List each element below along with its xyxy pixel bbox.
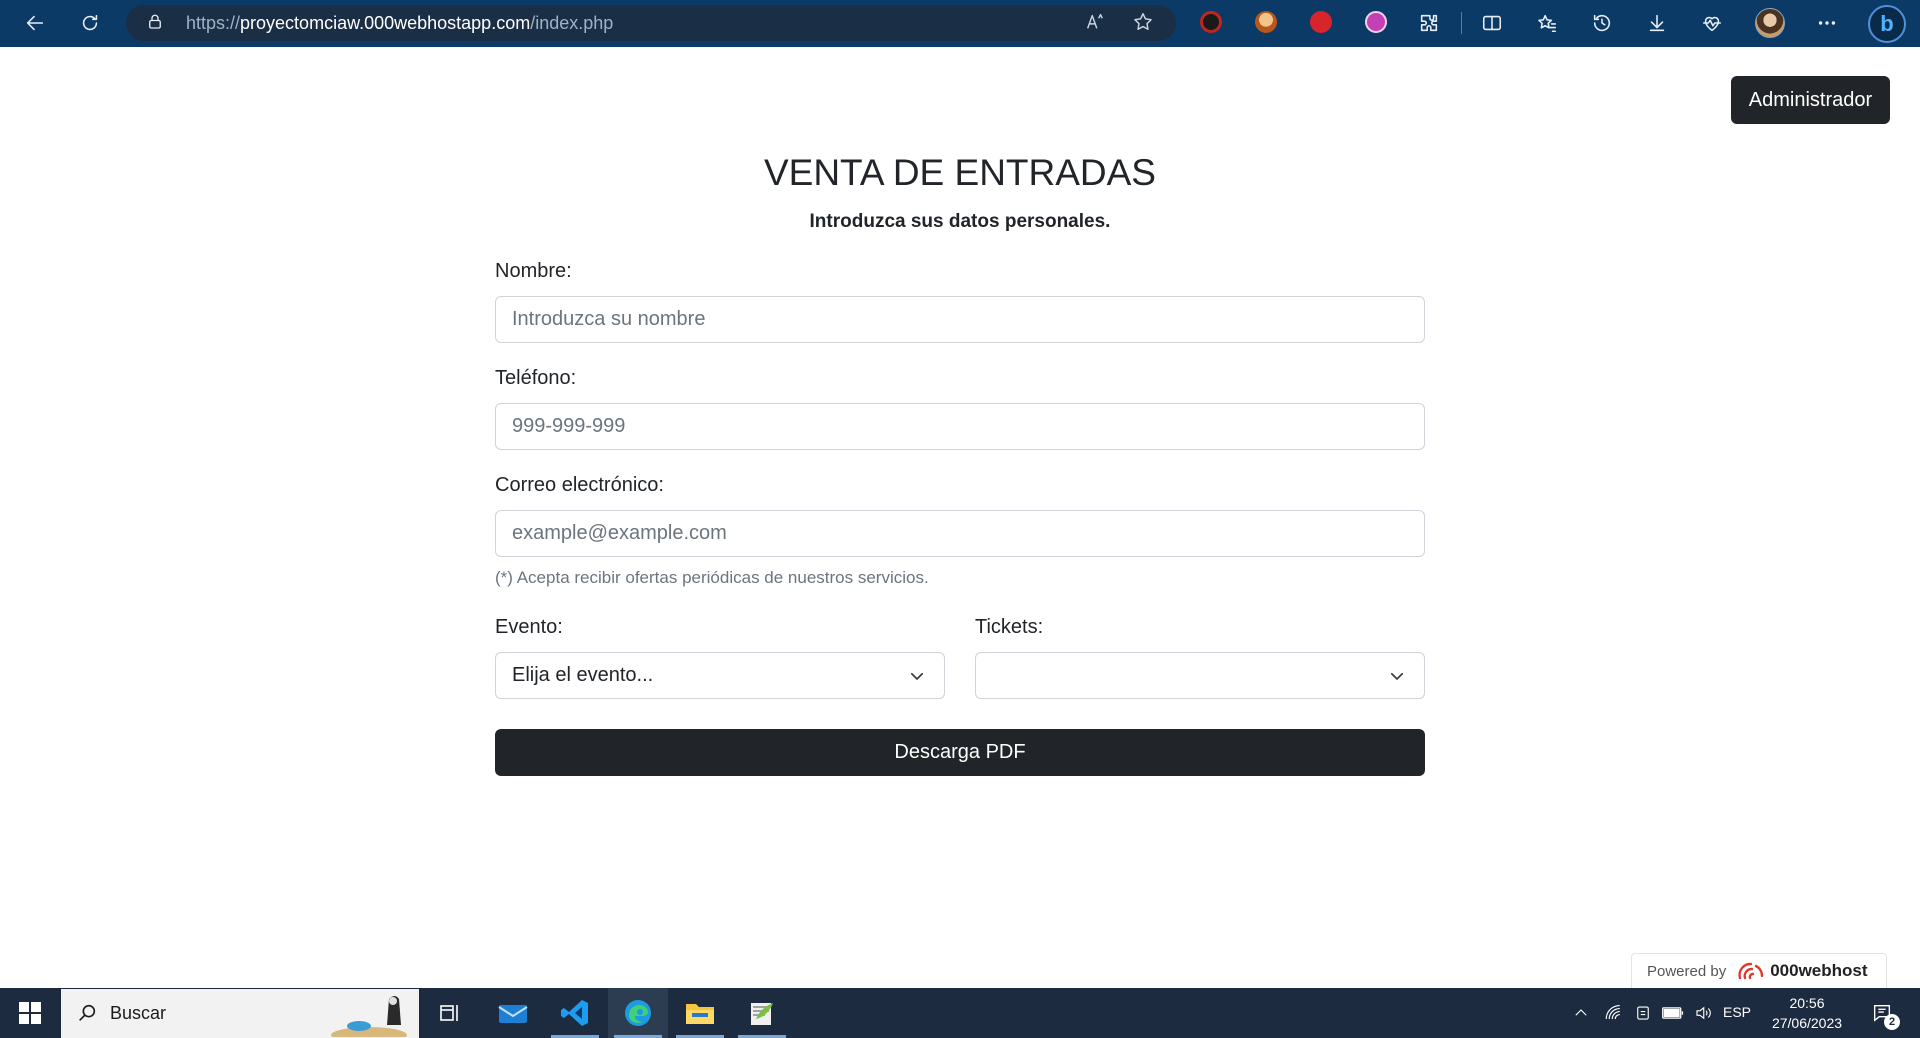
bing-icon[interactable]: b [1868, 5, 1906, 43]
search-highlight-illustration-icon [331, 996, 407, 1037]
extension-cat-icon[interactable] [1255, 11, 1277, 33]
notepad-plus-icon[interactable] [732, 988, 792, 1038]
powered-by-text: Powered by [1647, 962, 1727, 980]
evento-selected-value: Elija el evento... [512, 664, 654, 686]
profile-avatar[interactable] [1755, 8, 1785, 38]
taskbar-clock[interactable]: 20:56 27/06/2023 [1765, 993, 1849, 1033]
network-icon[interactable] [1600, 988, 1626, 1038]
toolbar-separator [1461, 12, 1462, 34]
webhost-logo-icon [1736, 960, 1766, 982]
volume-icon[interactable] [1690, 988, 1716, 1038]
input-language[interactable]: ESP [1723, 1004, 1751, 1020]
evento-label: Evento: [495, 616, 563, 638]
extension-adblock-icon[interactable] [1310, 11, 1332, 33]
admin-button[interactable]: Administrador [1731, 76, 1890, 124]
read-aloud-icon[interactable] [1084, 11, 1108, 35]
task-view-icon[interactable] [420, 988, 480, 1038]
windows-start-icon[interactable] [0, 988, 60, 1038]
telefono-input[interactable] [495, 403, 1425, 450]
file-explorer-icon[interactable] [670, 988, 730, 1038]
chevron-down-icon [1388, 667, 1406, 685]
evento-select[interactable]: Elija el evento... [495, 652, 945, 699]
download-pdf-button[interactable]: Descarga PDF [495, 729, 1425, 776]
meet-now-icon[interactable] [1630, 988, 1656, 1038]
search-icon [76, 1002, 98, 1024]
back-icon[interactable] [20, 8, 50, 38]
correo-hint: (*) Acepta recibir ofertas periódicas de… [495, 568, 929, 587]
downloads-icon[interactable] [1642, 8, 1672, 38]
page-title: VENTA DE ENTRADAS [763, 152, 1156, 193]
page-subtitle: Introduzca sus datos personales. [809, 211, 1111, 232]
extension-language-reactor-icon[interactable] [1365, 11, 1387, 33]
notification-count-badge: 2 [1884, 1014, 1900, 1030]
powered-by-badge[interactable]: Powered by 000webhost [1631, 953, 1887, 989]
favorite-star-icon[interactable] [1132, 11, 1156, 35]
notification-center-icon[interactable]: 2 [1862, 988, 1902, 1038]
tickets-label: Tickets: [975, 616, 1044, 638]
address-bar[interactable]: https://proyectomciaw.000webhostapp.com/… [126, 5, 1176, 41]
vscode-icon[interactable] [545, 988, 605, 1038]
clock-time: 20:56 [1789, 995, 1825, 1011]
history-icon[interactable] [1587, 8, 1617, 38]
search-placeholder: Buscar [110, 1003, 167, 1023]
battery-icon[interactable] [1658, 988, 1688, 1038]
favorites-icon[interactable] [1532, 8, 1562, 38]
tray-chevron-up-icon[interactable] [1568, 988, 1594, 1038]
browser-toolbar: https://proyectomciaw.000webhostapp.com/… [0, 0, 1920, 47]
extensions-icon[interactable] [1414, 8, 1444, 38]
more-icon[interactable] [1812, 8, 1842, 38]
edge-icon[interactable] [608, 988, 668, 1038]
tickets-select[interactable] [975, 652, 1425, 699]
powered-by-brand: 000webhost [1770, 961, 1868, 980]
correo-input[interactable] [495, 510, 1425, 557]
taskbar-search[interactable]: Buscar [61, 989, 419, 1038]
nombre-input[interactable] [495, 296, 1425, 343]
lock-icon[interactable] [146, 13, 166, 33]
extension-red-icon[interactable] [1200, 11, 1222, 33]
correo-label: Correo electrónico: [495, 474, 664, 496]
clock-date: 27/06/2023 [1771, 1015, 1843, 1031]
chevron-down-icon [908, 667, 926, 685]
browser-essentials-icon[interactable] [1697, 8, 1727, 38]
nombre-label: Nombre: [495, 260, 572, 282]
windows-taskbar: Buscar ESP 20:56 27/06/2023 2 [0, 988, 1920, 1038]
url-text[interactable]: https://proyectomciaw.000webhostapp.com/… [186, 13, 613, 34]
mail-icon[interactable] [483, 988, 543, 1038]
refresh-icon[interactable] [75, 8, 105, 38]
split-screen-icon[interactable] [1477, 8, 1507, 38]
telefono-label: Teléfono: [495, 367, 577, 389]
